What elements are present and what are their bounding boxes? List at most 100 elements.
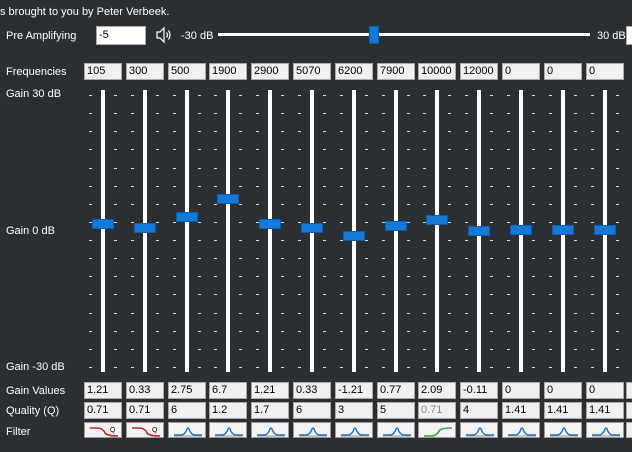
gain-slider-thumb[interactable] xyxy=(134,223,156,233)
tick-mark xyxy=(465,294,468,295)
filter-extra[interactable] xyxy=(626,422,632,438)
gain-slider-track[interactable] xyxy=(394,90,398,372)
gain-slider-track[interactable] xyxy=(101,90,105,372)
gain-value-input[interactable]: 1.21 xyxy=(84,382,122,399)
frequency-input[interactable]: 1900 xyxy=(209,63,247,80)
tick-mark xyxy=(407,276,410,277)
gain-slider-thumb[interactable] xyxy=(594,225,616,235)
frequency-input[interactable]: 500 xyxy=(168,63,206,80)
gain-slider-track[interactable] xyxy=(226,90,230,372)
peak-filter-button[interactable] xyxy=(209,422,247,438)
frequency-input[interactable]: 12000 xyxy=(460,63,498,80)
speaker-icon[interactable] xyxy=(154,25,174,45)
preamp-slider-thumb[interactable] xyxy=(369,26,379,44)
preamp-input[interactable]: -5 xyxy=(96,26,146,45)
gain-slider-thumb[interactable] xyxy=(92,219,114,229)
gain-slider-track[interactable] xyxy=(435,90,439,372)
gain-slider-thumb[interactable] xyxy=(301,223,323,233)
preamp-slider-track xyxy=(218,33,590,36)
peak-filter-button[interactable] xyxy=(377,422,415,438)
tick-mark xyxy=(423,113,426,114)
tick-mark xyxy=(574,349,577,350)
quality-input[interactable]: 6 xyxy=(168,402,206,419)
frequency-input[interactable]: 6200 xyxy=(335,63,373,80)
gain-value-input[interactable]: 0.33 xyxy=(293,382,331,399)
quality-extra[interactable] xyxy=(626,402,632,419)
gain-slider-thumb[interactable] xyxy=(176,212,198,222)
quality-input[interactable]: 0.71 xyxy=(418,402,456,419)
gain-value-input[interactable]: 0 xyxy=(586,382,624,399)
gain-slider-thumb[interactable] xyxy=(426,215,448,225)
preamp-extra-field[interactable] xyxy=(626,26,632,45)
peak-filter-button[interactable] xyxy=(251,422,289,438)
gain-value-input[interactable]: -0.11 xyxy=(460,382,498,399)
low-shelf-curve-icon: Q xyxy=(132,427,161,437)
gain-value-input[interactable]: 0.77 xyxy=(377,382,415,399)
peak-filter-button[interactable] xyxy=(460,422,498,438)
tick-mark xyxy=(365,186,368,187)
gain-slider-thumb[interactable] xyxy=(468,226,490,236)
quality-input[interactable]: 3 xyxy=(335,402,373,419)
gain-value-input[interactable]: 0 xyxy=(544,382,582,399)
quality-input[interactable]: 6 xyxy=(293,402,331,419)
gain-value-input[interactable]: 0 xyxy=(502,382,540,399)
tick-mark xyxy=(616,113,619,114)
quality-input[interactable]: 5 xyxy=(377,402,415,419)
tick-mark xyxy=(448,149,451,150)
frequency-input[interactable]: 300 xyxy=(126,63,164,80)
frequency-input[interactable]: 7900 xyxy=(377,63,415,80)
peak-filter-button[interactable] xyxy=(502,422,540,438)
low-shelf-filter-button[interactable]: Q xyxy=(126,422,164,438)
gain-slider-track[interactable] xyxy=(185,90,189,372)
quality-input[interactable]: 1.2 xyxy=(209,402,247,419)
peak-filter-button[interactable] xyxy=(586,422,624,438)
high-shelf-filter-button[interactable] xyxy=(418,422,456,438)
gain-value-input[interactable]: 0.33 xyxy=(126,382,164,399)
quality-input[interactable]: 1.7 xyxy=(251,402,289,419)
peak-filter-button[interactable] xyxy=(293,422,331,438)
tick-mark xyxy=(198,349,201,350)
tick-mark xyxy=(256,186,259,187)
gain-slider-thumb[interactable] xyxy=(217,194,239,204)
gain-slider-thumb[interactable] xyxy=(552,225,574,235)
peak-filter-button[interactable] xyxy=(544,422,582,438)
frequency-input[interactable]: 0 xyxy=(586,63,624,80)
gain-slider-thumb[interactable] xyxy=(259,219,281,229)
frequency-input[interactable]: 2900 xyxy=(251,63,289,80)
tick-mark xyxy=(156,95,159,96)
tick-mark xyxy=(214,349,217,350)
frequency-input[interactable]: 0 xyxy=(502,63,540,80)
quality-input[interactable]: 0.71 xyxy=(126,402,164,419)
quality-input[interactable]: 1.41 xyxy=(502,402,540,419)
gain-slider-thumb[interactable] xyxy=(385,221,407,231)
low-shelf-filter-button[interactable]: Q xyxy=(84,422,122,438)
frequency-input[interactable]: 5070 xyxy=(293,63,331,80)
peak-filter-button[interactable] xyxy=(168,422,206,438)
tick-mark xyxy=(574,240,577,241)
tick-mark xyxy=(448,95,451,96)
gain-value-input[interactable]: -1.21 xyxy=(335,382,373,399)
quality-input[interactable]: 1.41 xyxy=(544,402,582,419)
gain-value-input[interactable]: 1.21 xyxy=(251,382,289,399)
tick-mark xyxy=(256,294,259,295)
gain-slider-track[interactable] xyxy=(268,90,272,372)
frequency-input[interactable]: 0 xyxy=(544,63,582,80)
tick-mark xyxy=(423,95,426,96)
quality-input[interactable]: 0.71 xyxy=(84,402,122,419)
gain-slider-thumb[interactable] xyxy=(510,225,532,235)
frequency-input[interactable]: 105 xyxy=(84,63,122,80)
tick-mark xyxy=(131,168,134,169)
gain-value-extra[interactable] xyxy=(626,382,632,399)
gain-value-input[interactable]: 2.75 xyxy=(168,382,206,399)
peak-filter-button[interactable] xyxy=(335,422,373,438)
quality-input[interactable]: 4 xyxy=(460,402,498,419)
gain-slider-thumb[interactable] xyxy=(343,231,365,241)
tick-mark xyxy=(382,149,385,150)
tick-mark xyxy=(114,313,117,314)
quality-input[interactable]: 1.41 xyxy=(586,402,624,419)
gain-value-input[interactable]: 6.7 xyxy=(209,382,247,399)
tick-mark xyxy=(298,186,301,187)
frequency-input[interactable]: 10000 xyxy=(418,63,456,80)
gain-value-input[interactable]: 2.09 xyxy=(418,382,456,399)
preamp-slider[interactable] xyxy=(218,26,590,44)
